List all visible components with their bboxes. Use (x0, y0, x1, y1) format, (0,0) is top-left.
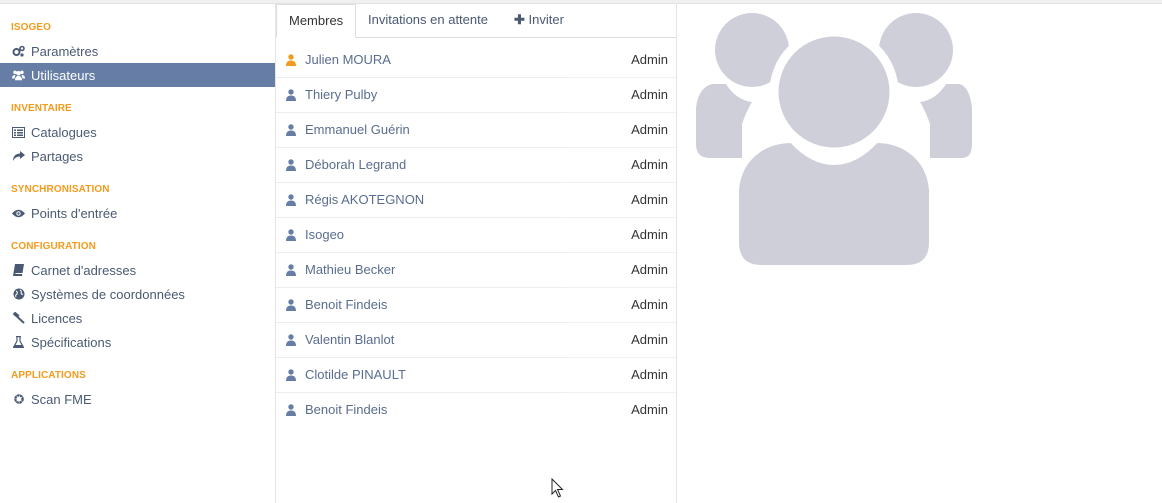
member-role: Admin (631, 192, 668, 207)
section-title-applications: APPLICATIONS (11, 370, 86, 381)
sidebar-item-parametres[interactable]: Paramètres (0, 39, 275, 63)
member-role: Admin (631, 87, 668, 102)
sidebar-item-label: Utilisateurs (31, 67, 96, 83)
user-icon (286, 53, 296, 66)
member-name[interactable]: Benoit Findeis (305, 402, 631, 417)
member-name[interactable]: Thiery Pulby (305, 87, 631, 102)
tab-invitations-en-attente[interactable]: Invitations en attente (368, 4, 488, 37)
sidebar-item-label: Scan FME (31, 391, 92, 407)
sidebar-item-label: Spécifications (31, 334, 112, 350)
sidebar-item-points-entree[interactable]: Points d'entrée (0, 201, 275, 225)
sidebar-item-carnet-adresses[interactable]: Carnet d'adresses (0, 258, 275, 282)
sidebar-item-label: Catalogues (31, 124, 97, 140)
member-row[interactable]: Mathieu Becker Admin (276, 252, 676, 287)
gears-icon (12, 45, 25, 58)
user-icon (286, 158, 296, 171)
sidebar-item-label: Points d'entrée (31, 205, 118, 221)
member-name[interactable]: Julien MOURA (305, 52, 631, 67)
member-role: Admin (631, 332, 668, 347)
sidebar-item-catalogues[interactable]: Catalogues (0, 120, 275, 144)
member-row[interactable]: Régis AKOTEGNON Admin (276, 182, 676, 217)
member-name[interactable]: Déborah Legrand (305, 157, 631, 172)
sidebar-item-label: Systèmes de coordonnées (31, 286, 185, 302)
member-role: Admin (631, 157, 668, 172)
user-icon (286, 368, 296, 381)
user-icon (286, 228, 296, 241)
tab-inviter[interactable]: ✚ Inviter (514, 4, 564, 37)
user-icon (286, 88, 296, 101)
user-icon (286, 193, 296, 206)
user-icon (286, 263, 296, 276)
sidebar-item-systemes-coordonnees[interactable]: Systèmes de coordonnées (0, 282, 275, 306)
share-icon (12, 150, 25, 163)
member-name[interactable]: Valentin Blanlot (305, 332, 631, 347)
tab-bar: Membres Invitations en attente ✚ Inviter (276, 4, 676, 38)
member-name[interactable]: Emmanuel Guérin (305, 122, 631, 137)
users-placeholder-icon (696, 12, 976, 275)
member-role: Admin (631, 122, 668, 137)
sidebar: ISOGEO Paramètres Utilisateurs INVENTAIR… (0, 4, 275, 503)
member-role: Admin (631, 297, 668, 312)
member-row[interactable]: Clotilde PINAULT Admin (276, 357, 676, 392)
member-row[interactable]: Valentin Blanlot Admin (276, 322, 676, 357)
mouse-cursor-icon (551, 477, 565, 502)
eye-icon (12, 207, 25, 220)
globe-icon (12, 288, 25, 301)
sidebar-item-partages[interactable]: Partages (0, 144, 275, 168)
user-icon (286, 333, 296, 346)
users-icon (12, 69, 25, 82)
sidebar-item-licences[interactable]: Licences (0, 306, 275, 330)
member-role: Admin (631, 227, 668, 242)
user-icon (286, 403, 296, 416)
member-name[interactable]: Clotilde PINAULT (305, 367, 631, 382)
list-icon (12, 126, 25, 139)
member-role: Admin (631, 367, 668, 382)
section-title-configuration: CONFIGURATION (11, 241, 96, 252)
member-row[interactable]: Benoit Findeis Admin (276, 287, 676, 322)
sidebar-item-scan-fme[interactable]: Scan FME (0, 387, 275, 411)
member-row[interactable]: Benoit Findeis Admin (276, 392, 676, 427)
panel-divider (676, 4, 677, 503)
sidebar-item-label: Paramètres (31, 43, 99, 59)
member-row[interactable]: Déborah Legrand Admin (276, 147, 676, 182)
member-row[interactable]: Thiery Pulby Admin (276, 77, 676, 112)
member-row[interactable]: Julien MOURA Admin (276, 42, 676, 77)
member-row[interactable]: Emmanuel Guérin Admin (276, 112, 676, 147)
sidebar-item-label: Partages (31, 148, 84, 164)
user-icon (286, 298, 296, 311)
gear-icon (12, 393, 25, 406)
member-role: Admin (631, 52, 668, 67)
member-name[interactable]: Régis AKOTEGNON (305, 192, 631, 207)
book-icon (12, 264, 25, 277)
section-title-inventaire: INVENTAIRE (11, 103, 72, 114)
section-title-isogeo: ISOGEO (11, 22, 52, 33)
section-title-synchronisation: SYNCHRONISATION (11, 184, 110, 195)
member-row[interactable]: Isogeo Admin (276, 217, 676, 252)
member-name[interactable]: Benoit Findeis (305, 297, 631, 312)
member-name[interactable]: Mathieu Becker (305, 262, 631, 277)
sidebar-item-label: Licences (31, 310, 83, 326)
flask-icon (12, 336, 25, 349)
tab-inviter-label: Inviter (528, 12, 564, 27)
sidebar-item-specifications[interactable]: Spécifications (0, 330, 275, 354)
tab-membres[interactable]: Membres (276, 4, 357, 38)
member-name[interactable]: Isogeo (305, 227, 631, 242)
member-role: Admin (631, 402, 668, 417)
user-icon (286, 123, 296, 136)
gavel-icon (12, 312, 25, 325)
sidebar-item-label: Carnet d'adresses (31, 262, 137, 278)
member-role: Admin (631, 262, 668, 277)
sidebar-item-utilisateurs[interactable]: Utilisateurs (0, 63, 275, 87)
plus-icon: ✚ (514, 12, 525, 27)
